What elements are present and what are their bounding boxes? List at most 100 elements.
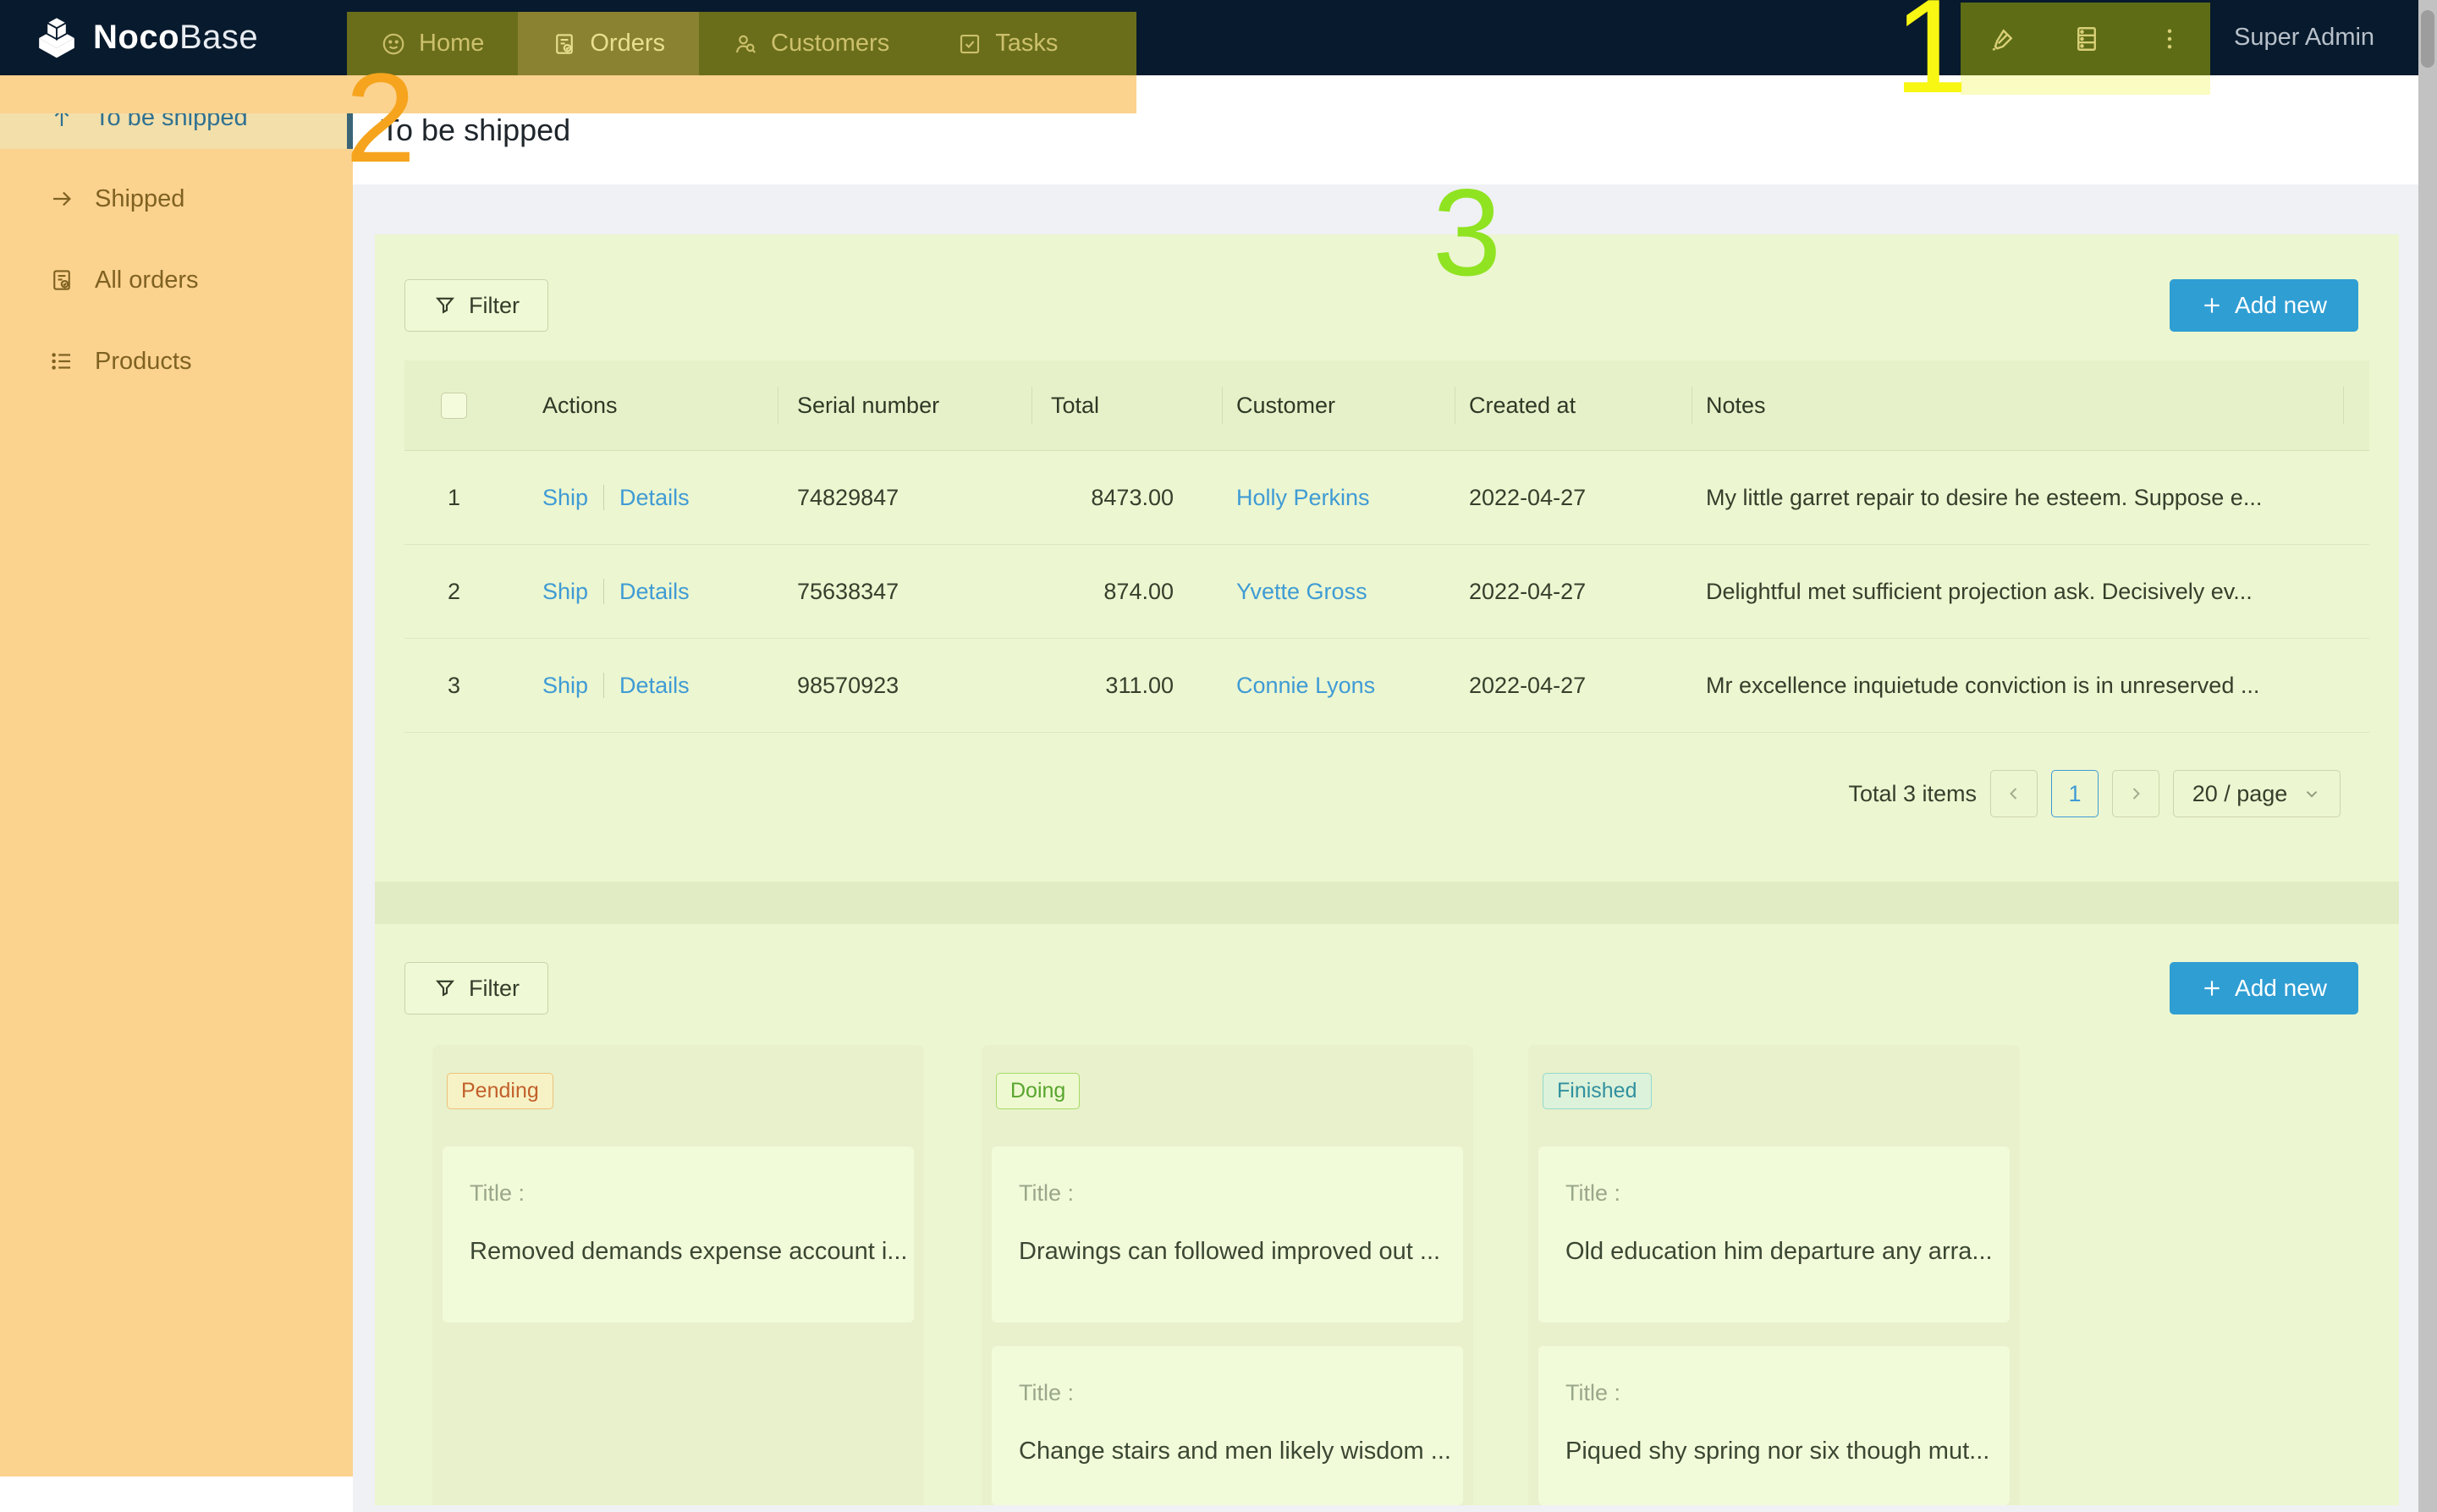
- list-icon: [49, 349, 74, 374]
- add-new-button[interactable]: Add new: [2170, 279, 2358, 332]
- total-cell: 874.00: [1032, 579, 1223, 605]
- kanban-column-finished: Finished Title : Old education him depar…: [1528, 1045, 2020, 1505]
- check-square-icon: [957, 31, 982, 57]
- card-field-label: Title :: [1565, 1380, 1620, 1406]
- serial-number-cell: 74829847: [778, 485, 1032, 511]
- card-field-label: Title :: [1565, 1180, 1620, 1207]
- annotation-1-strip: [1961, 75, 2210, 95]
- kanban-card[interactable]: Title : Removed demands expense account …: [443, 1146, 914, 1322]
- logo-text-bold: Noco: [93, 19, 179, 56]
- kanban-card[interactable]: Title : Drawings can followed improved o…: [992, 1146, 1463, 1322]
- created-at-cell: 2022-04-27: [1455, 485, 1692, 511]
- customer-link[interactable]: Connie Lyons: [1236, 673, 1375, 698]
- card-field-label: Title :: [1019, 1180, 1074, 1207]
- tasks-kanban-block: Filter Add new Pending Title : Removed d…: [375, 924, 2399, 1505]
- pagination-page-1-button[interactable]: 1: [2051, 770, 2099, 817]
- kanban-card[interactable]: Title : Old education him departure any …: [1538, 1146, 2010, 1322]
- sidebar-item-label: Products: [95, 348, 191, 376]
- ship-link[interactable]: Ship: [542, 485, 588, 511]
- notes-cell: Delightful met sufficient projection ask…: [1692, 579, 2369, 605]
- kanban-column-doing: Doing Title : Drawings can followed impr…: [982, 1045, 1473, 1505]
- block-divider: [375, 882, 2399, 924]
- navbar-action-icons: [1961, 3, 2210, 75]
- add-new-button-label: Add new: [2235, 975, 2327, 1002]
- notes-cell: Mr excellence inquietude conviction is i…: [1692, 673, 2369, 699]
- ui-editor-highlighter-icon[interactable]: [1988, 24, 2018, 54]
- card-title-text: Change stairs and men likely wisdom ...: [1019, 1438, 1451, 1465]
- filter-button[interactable]: Filter: [404, 962, 548, 1014]
- filter-button-label: Filter: [469, 293, 520, 319]
- total-cell: 311.00: [1032, 673, 1223, 699]
- column-header-total[interactable]: Total: [1032, 360, 1223, 450]
- main-content: Filter Add new Actions Serial number: [375, 234, 2399, 1505]
- select-all-checkbox[interactable]: [441, 393, 467, 419]
- vertical-scrollbar[interactable]: [2418, 0, 2437, 1512]
- sidebar: To be shipped Shipped All orders: [0, 75, 353, 1512]
- serial-number-cell: 98570923: [778, 673, 1032, 699]
- status-badge-finished: Finished: [1543, 1073, 1652, 1109]
- nav-item-tasks[interactable]: Tasks: [923, 12, 1092, 75]
- details-link[interactable]: Details: [619, 673, 690, 699]
- column-header-notes[interactable]: Notes: [1692, 360, 2369, 450]
- main-nav-menu: Home Orders Customers: [347, 12, 1136, 75]
- kanban-card[interactable]: Title : Change stairs and men likely wis…: [992, 1346, 1463, 1505]
- sidebar-item-shipped[interactable]: Shipped: [0, 168, 353, 230]
- orders-table-header: Actions Serial number Total Customer Cre…: [404, 360, 2369, 451]
- table-row: 2 Ship Details 75638347 874.00 Yvette Gr…: [404, 545, 2369, 639]
- chevron-down-icon: [2302, 784, 2321, 803]
- column-header-actions[interactable]: Actions: [503, 360, 778, 450]
- ship-link[interactable]: Ship: [542, 579, 588, 605]
- table-row: 1 Ship Details 74829847 8473.00 Holly Pe…: [404, 451, 2369, 545]
- customers-icon: [733, 31, 758, 57]
- card-field-label: Title :: [1019, 1380, 1074, 1406]
- sidebar-item-label: Shipped: [95, 185, 184, 213]
- page-size-select[interactable]: 20 / page: [2173, 770, 2341, 817]
- nav-item-orders[interactable]: Orders: [518, 12, 699, 75]
- customer-link[interactable]: Yvette Gross: [1236, 579, 1367, 604]
- nav-item-customers[interactable]: Customers: [699, 12, 923, 75]
- column-header-customer[interactable]: Customer: [1223, 360, 1455, 450]
- card-title-text: Drawings can followed improved out ...: [1019, 1238, 1440, 1266]
- card-field-label: Title :: [470, 1180, 525, 1207]
- plugin-manager-server-icon[interactable]: [2071, 24, 2102, 54]
- nav-item-home[interactable]: Home: [347, 12, 518, 75]
- nocobase-logo-icon: [32, 16, 81, 60]
- customer-link[interactable]: Holly Perkins: [1236, 485, 1370, 510]
- sidebar-item-products[interactable]: Products: [0, 330, 353, 393]
- order-list-icon: [49, 267, 74, 293]
- plus-icon: [2201, 294, 2223, 316]
- top-navbar: NocoBase Home Orders: [0, 0, 2418, 75]
- sidebar-item-label: All orders: [95, 267, 199, 294]
- action-divider: [603, 579, 604, 604]
- nocobase-logo[interactable]: NocoBase: [32, 0, 258, 75]
- table-row: 3 Ship Details 98570923 311.00 Connie Ly…: [404, 639, 2369, 733]
- ship-link[interactable]: Ship: [542, 673, 588, 699]
- table-header-checkbox-cell: [404, 360, 503, 450]
- sidebar-item-all-orders[interactable]: All orders: [0, 249, 353, 311]
- more-ellipsis-icon[interactable]: [2155, 25, 2184, 53]
- details-link[interactable]: Details: [619, 485, 690, 511]
- user-menu[interactable]: Super Admin: [2234, 0, 2374, 75]
- details-link[interactable]: Details: [619, 579, 690, 605]
- arrow-right-icon: [49, 186, 74, 212]
- column-header-created-at[interactable]: Created at: [1455, 360, 1692, 450]
- notes-cell: My little garret repair to desire he est…: [1692, 485, 2369, 511]
- logo-text: NocoBase: [93, 19, 258, 57]
- nav-item-label: Orders: [590, 30, 665, 58]
- annotation-2-band: [0, 75, 1136, 113]
- pagination-total-label: Total 3 items: [1848, 781, 1977, 807]
- kanban-column-pending: Pending Title : Removed demands expense …: [432, 1045, 924, 1505]
- kanban-card[interactable]: Title : Piqued shy spring nor six though…: [1538, 1346, 2010, 1505]
- pagination-prev-button[interactable]: [1990, 770, 2038, 817]
- logo-text-light: Base: [179, 19, 258, 56]
- pagination-next-button[interactable]: [2112, 770, 2159, 817]
- user-name-label: Super Admin: [2234, 24, 2374, 52]
- action-divider: [603, 485, 604, 510]
- column-header-serial-number[interactable]: Serial number: [778, 360, 1032, 450]
- scrollbar-thumb[interactable]: [2421, 10, 2434, 68]
- serial-number-cell: 75638347: [778, 579, 1032, 605]
- plus-icon: [2201, 977, 2223, 999]
- filter-funnel-icon: [433, 294, 457, 317]
- add-new-button[interactable]: Add new: [2170, 962, 2358, 1014]
- filter-button[interactable]: Filter: [404, 279, 548, 332]
